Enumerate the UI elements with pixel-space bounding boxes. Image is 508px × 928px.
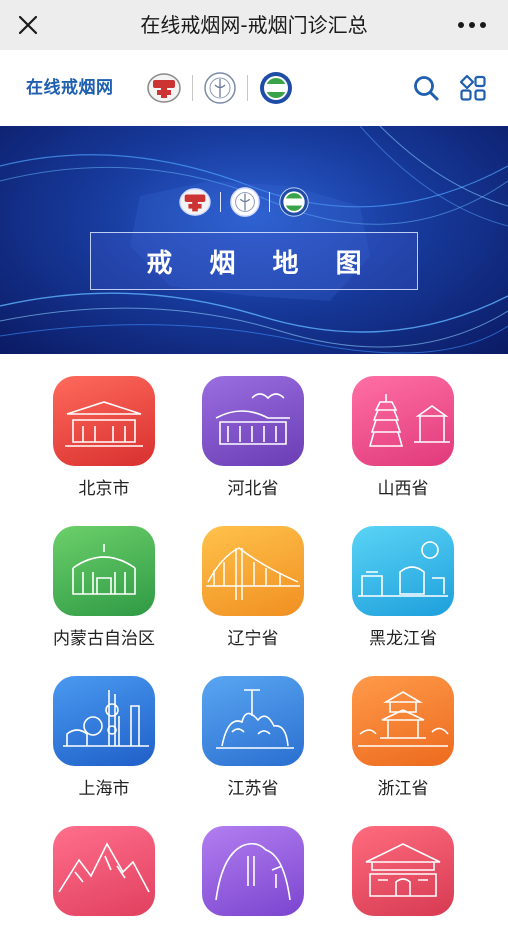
province-label: 内蒙古自治区	[53, 629, 155, 649]
province-tile-11[interactable]	[178, 826, 328, 928]
province-tile-beijing[interactable]: 北京市	[29, 376, 179, 501]
bridge-icon	[202, 526, 304, 616]
hebei-landmark-icon	[202, 376, 304, 466]
banner-title: 戒 烟 地 图	[146, 248, 376, 279]
more-button[interactable]	[450, 0, 494, 50]
province-tile-inner-mongolia[interactable]: 内蒙古自治区	[29, 526, 179, 651]
province-tile-heilongjiang[interactable]: 黑龙江省	[328, 526, 478, 651]
province-tile-liaoning[interactable]: 辽宁省	[178, 526, 328, 651]
province-tile-12[interactable]	[328, 826, 478, 928]
province-label: 上海市	[78, 779, 130, 799]
province-tile-10[interactable]	[29, 826, 179, 928]
province-tile-jiangsu[interactable]: 江苏省	[178, 676, 328, 801]
garden-rockery-icon	[202, 676, 304, 766]
site-header: 在线戒烟网	[0, 50, 508, 126]
header-emblems	[146, 70, 294, 106]
province-grid: 北京市 河北省 山西省 内蒙古自治区 辽宁省 黑龙江省 上海市 江苏省 浙江省	[0, 354, 508, 928]
top-bar: 在线戒烟网-戒烟门诊汇总	[0, 0, 508, 50]
province-label: 黑龙江省	[369, 629, 437, 649]
province-label: 河北省	[227, 479, 279, 499]
menu-button[interactable]	[457, 72, 489, 104]
ctca-emblem	[279, 187, 309, 217]
province-tile-shanghai[interactable]: 上海市	[29, 676, 179, 801]
site-logo[interactable]: 在线戒烟网	[26, 50, 114, 126]
northeast-landmark-icon	[352, 526, 454, 616]
province-tile-hebei[interactable]: 河北省	[178, 376, 328, 501]
temple-gate-icon	[352, 826, 454, 916]
mountain-icon	[53, 826, 155, 916]
yurt-icon	[53, 526, 155, 616]
association-emblem-2	[204, 72, 236, 104]
more-icon	[458, 22, 486, 28]
province-label: 山西省	[377, 479, 429, 499]
smoking-map-banner: 戒 烟 地 图	[0, 126, 508, 354]
grid-menu-icon	[459, 74, 486, 101]
association-emblem-1	[179, 188, 211, 216]
page-title: 在线戒烟网-戒烟门诊汇总	[140, 13, 368, 37]
province-label: 浙江省	[377, 779, 429, 799]
zhejiang-pavilion-icon	[352, 676, 454, 766]
province-label: 辽宁省	[227, 629, 279, 649]
search-icon	[414, 76, 439, 101]
banner-title-box: 戒 烟 地 图	[90, 232, 418, 290]
search-button[interactable]	[410, 72, 442, 104]
province-label: 江苏省	[227, 779, 279, 799]
emblem-divider	[192, 75, 193, 101]
emblem-divider	[247, 75, 248, 101]
province-tile-zhejiang[interactable]: 浙江省	[328, 676, 478, 801]
province-label: 北京市	[78, 479, 130, 499]
province-tile-shanxi[interactable]: 山西省	[328, 376, 478, 501]
association-emblem-1	[147, 73, 181, 103]
inscribed-cliff-icon	[202, 826, 304, 916]
close-button[interactable]	[0, 0, 56, 50]
ctca-emblem	[260, 72, 292, 104]
pagoda-icon	[352, 376, 454, 466]
close-icon	[18, 15, 38, 35]
emblem-divider	[220, 192, 221, 212]
emblem-divider	[269, 192, 270, 212]
oriental-pearl-tower-icon	[53, 676, 155, 766]
forbidden-city-icon	[53, 376, 155, 466]
association-emblem-2	[230, 187, 260, 217]
banner-emblems	[178, 186, 310, 218]
